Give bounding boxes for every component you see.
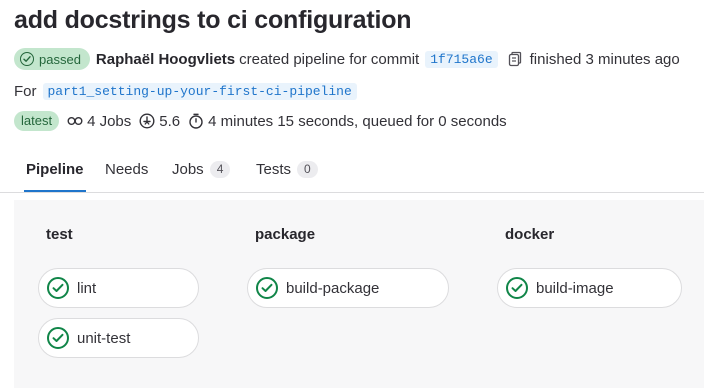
tab-jobs[interactable]: Jobs 4 (172, 148, 231, 190)
pipeline-icon (67, 117, 83, 125)
tab-tests-count: 0 (297, 160, 318, 178)
finished-text: finished 3 minutes ago (529, 50, 680, 68)
branch-row: For part1_setting-up-your-first-ci-pipel… (14, 80, 357, 102)
pipeline-meta-row: latest 4 Jobs 5.6 4 minutes 15 seconds, … (14, 110, 515, 132)
tab-needs[interactable]: Needs (105, 148, 148, 190)
author-link[interactable]: Raphaël Hoogvliets (96, 51, 235, 68)
tab-jobs-label: Jobs (172, 160, 204, 178)
jobs-count-item: 4 Jobs (67, 113, 131, 130)
stage-title-test: test (46, 226, 73, 243)
copy-commit-button[interactable] (508, 51, 522, 67)
for-label: For (14, 82, 37, 100)
pipeline-info-row: passed Raphaël Hoogvliets created pipeli… (14, 48, 680, 70)
job-build-image[interactable]: build-image (497, 268, 682, 308)
check-circle-icon (256, 277, 278, 299)
compute-item: 5.6 (139, 113, 180, 130)
duration-text: 4 minutes 15 seconds, queued for 0 secon… (208, 112, 507, 130)
page-title: add docstrings to ci configuration (14, 6, 412, 34)
job-name: build-package (286, 279, 380, 297)
job-name: lint (77, 279, 97, 297)
branch-link[interactable]: part1_setting-up-your-first-ci-pipeline (42, 82, 357, 100)
status-label: passed (39, 51, 81, 67)
status-badge[interactable]: passed (14, 48, 90, 70)
job-lint[interactable]: lint (38, 268, 199, 308)
created-text: created pipeline for commit (239, 50, 420, 68)
tab-tests[interactable]: Tests 0 (256, 148, 318, 190)
compute-value: 5.6 (159, 112, 181, 130)
job-build-package[interactable]: build-package (247, 268, 449, 308)
timer-icon (189, 113, 203, 129)
job-name: unit-test (77, 329, 131, 347)
latest-badge: latest (14, 111, 60, 131)
check-circle-icon (47, 327, 69, 349)
tab-pipeline-label: Pipeline (26, 160, 84, 178)
tab-tests-label: Tests (256, 160, 292, 178)
stage-title-package: package (255, 226, 316, 243)
pipeline-graph: test package docker lint unit-test build… (14, 200, 704, 388)
check-circle-icon (20, 52, 34, 66)
jobs-count: 4 Jobs (87, 112, 132, 130)
tab-jobs-count: 4 (209, 160, 231, 178)
duration-item: 4 minutes 15 seconds, queued for 0 secon… (188, 113, 507, 130)
copy-icon (508, 51, 521, 67)
check-circle-icon (47, 277, 69, 299)
stage-title-docker: docker (505, 226, 555, 243)
compute-icon (139, 113, 155, 129)
tab-needs-label: Needs (105, 160, 149, 178)
job-name: build-image (536, 279, 614, 297)
check-circle-icon (506, 277, 528, 299)
tab-pipeline[interactable]: Pipeline (24, 148, 86, 192)
commit-sha-link[interactable]: 1f715a6e (425, 50, 498, 68)
pipeline-tabs: Pipeline Needs Jobs 4 Tests 0 (0, 148, 704, 193)
job-unit-test[interactable]: unit-test (38, 318, 199, 358)
